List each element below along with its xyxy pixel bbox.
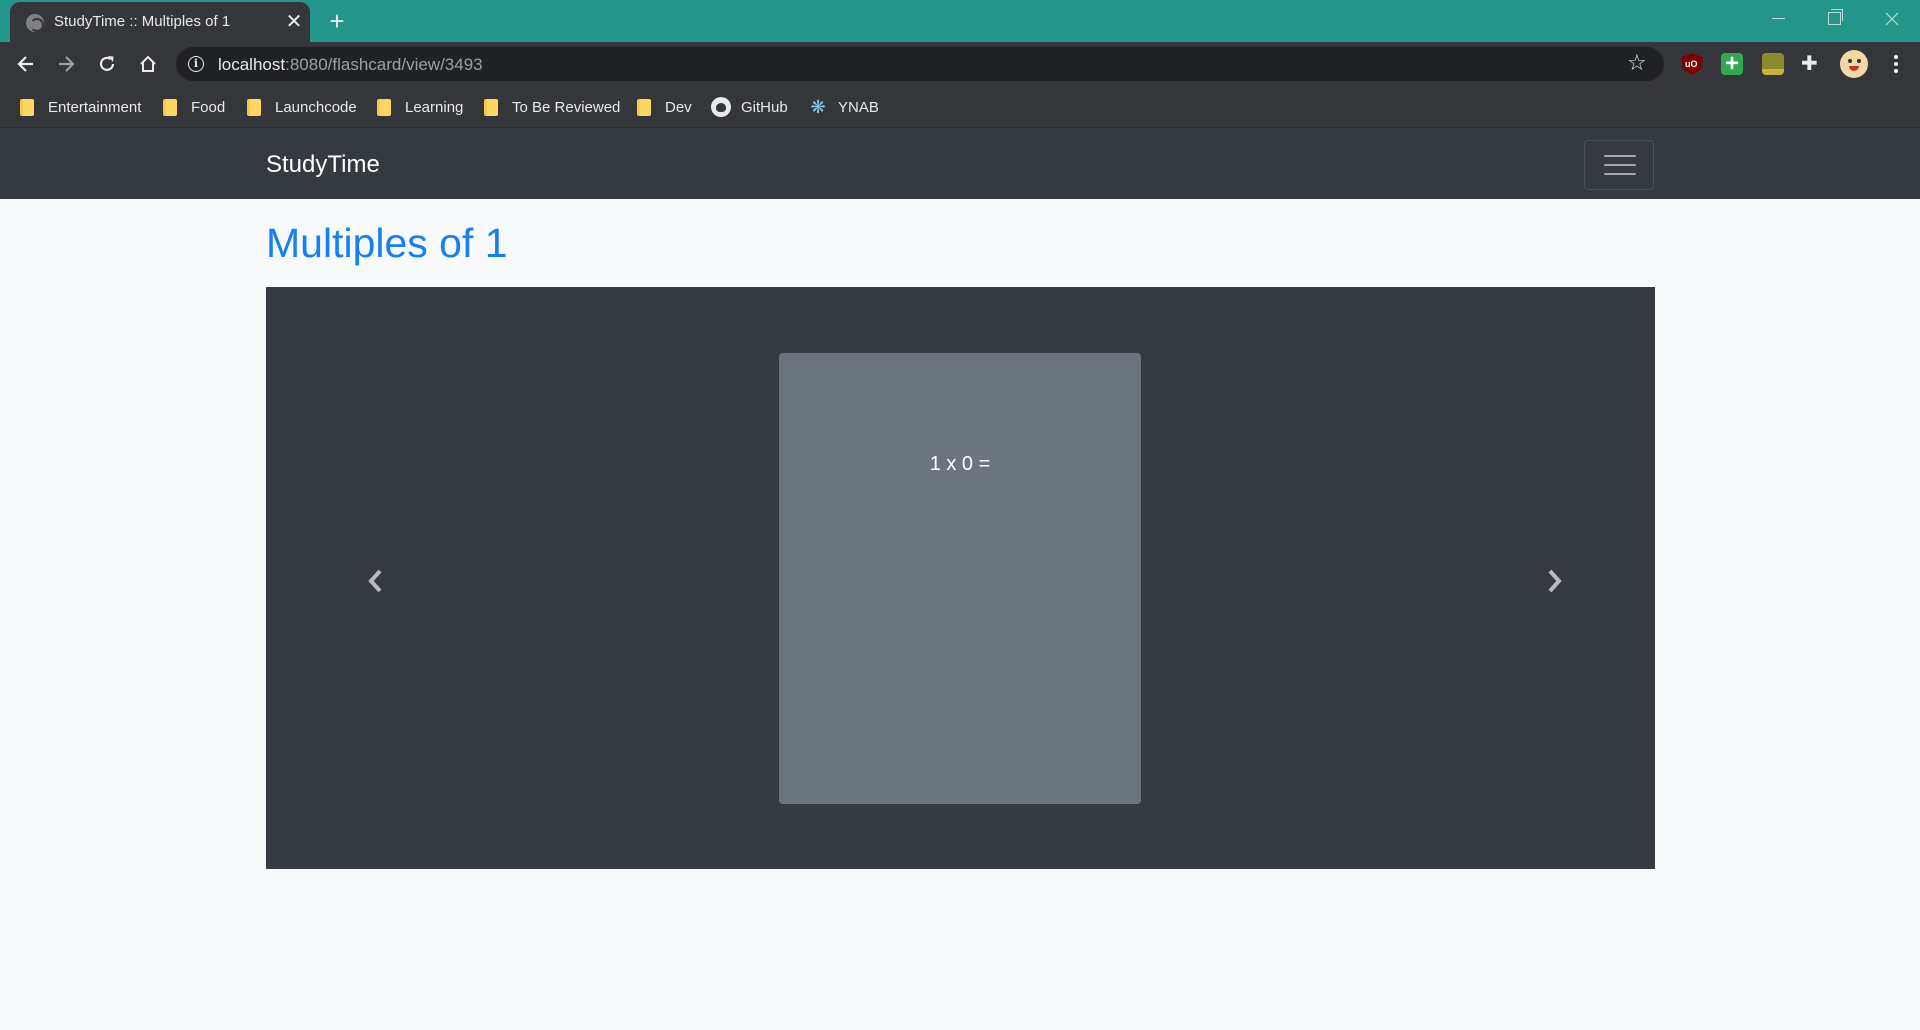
- close-window-button[interactable]: [1864, 0, 1920, 38]
- bookmark-entertainment[interactable]: Entertainment: [20, 94, 141, 120]
- app-navbar: StudyTime: [0, 128, 1920, 199]
- bookmark-label: YNAB: [838, 98, 879, 116]
- bookmark-food[interactable]: Food: [163, 94, 225, 120]
- chevron-right-icon: [1548, 569, 1562, 593]
- bookmark-learning[interactable]: Learning: [377, 94, 463, 120]
- bookmark-dev[interactable]: Dev: [637, 94, 692, 120]
- hamburger-icon: [1604, 155, 1636, 157]
- carousel-prev-button[interactable]: [356, 561, 396, 601]
- url-text[interactable]: localhost:8080/flashcard/view/3493: [218, 55, 483, 75]
- folder-icon: [484, 98, 498, 116]
- bookmark-to-be-reviewed[interactable]: To Be Reviewed: [484, 94, 620, 120]
- folder-icon: [247, 98, 261, 116]
- browser-toolbar: i localhost:8080/flashcard/view/3493 ☆ ✚: [0, 42, 1920, 86]
- folder-icon: [20, 98, 34, 116]
- folder-icon: [163, 98, 177, 116]
- tab-title: StudyTime :: Multiples of 1: [54, 13, 231, 30]
- plus-extension-icon[interactable]: [1721, 50, 1743, 78]
- bookmark-label: To Be Reviewed: [512, 98, 621, 116]
- bookmark-star-icon[interactable]: ☆: [1627, 51, 1647, 75]
- back-button[interactable]: [10, 48, 42, 80]
- bookmark-label: Food: [191, 98, 226, 116]
- bookmark-github[interactable]: GitHub: [711, 94, 788, 120]
- browser-tab-active[interactable]: StudyTime :: Multiples of 1 ✕: [10, 2, 310, 42]
- carousel-next-button[interactable]: [1534, 561, 1574, 601]
- chevron-left-icon: [368, 569, 382, 593]
- close-tab-icon[interactable]: ✕: [282, 10, 306, 34]
- reload-icon: [99, 56, 115, 71]
- ynab-tree-icon: ❋: [810, 97, 826, 117]
- flashcard-carousel: 1 x 0 =: [266, 287, 1655, 869]
- site-info-icon[interactable]: i: [188, 56, 204, 72]
- home-button[interactable]: [132, 48, 164, 80]
- home-icon: [140, 55, 156, 72]
- bookmark-label: Launchcode: [275, 98, 357, 116]
- minimize-button[interactable]: [1750, 0, 1806, 38]
- address-bar[interactable]: i localhost:8080/flashcard/view/3493 ☆: [176, 47, 1664, 81]
- forward-button[interactable]: [50, 48, 82, 80]
- bookmark-ynab[interactable]: ❋ YNAB: [808, 94, 879, 120]
- bookmark-label: Dev: [665, 98, 692, 116]
- restore-button[interactable]: [1806, 0, 1862, 38]
- browser-menu-icon[interactable]: [1884, 52, 1908, 76]
- folder-icon: [377, 98, 391, 116]
- bookmark-label: Entertainment: [48, 98, 142, 116]
- reload-button[interactable]: [91, 48, 123, 80]
- browser-title-bar: StudyTime :: Multiples of 1 ✕ +: [0, 0, 1920, 42]
- navbar-toggler-button[interactable]: [1584, 140, 1654, 190]
- navbar-brand[interactable]: StudyTime: [266, 151, 380, 179]
- forward-arrow-icon: [59, 56, 75, 72]
- ublock-extension-icon[interactable]: [1681, 53, 1703, 75]
- bookmark-label: Learning: [405, 98, 464, 116]
- globe-icon: [26, 14, 44, 32]
- bookmark-label: GitHub: [741, 98, 788, 116]
- bookmark-launchcode[interactable]: Launchcode: [247, 94, 357, 120]
- extensions-puzzle-icon[interactable]: ✚: [1801, 53, 1823, 75]
- card-extension-icon[interactable]: [1762, 53, 1784, 75]
- new-tab-button[interactable]: +: [322, 8, 352, 36]
- flashcard-question: 1 x 0 =: [929, 453, 991, 475]
- bookmarks-bar: Entertainment Food Launchcode Learning T…: [0, 86, 1920, 128]
- folder-icon: [637, 98, 651, 116]
- back-arrow-icon: [17, 56, 33, 72]
- close-icon: [1885, 12, 1899, 26]
- profile-avatar[interactable]: [1840, 50, 1868, 78]
- page-title: Multiples of 1: [266, 220, 508, 266]
- flashcard[interactable]: 1 x 0 =: [779, 353, 1141, 804]
- github-icon: [711, 97, 731, 117]
